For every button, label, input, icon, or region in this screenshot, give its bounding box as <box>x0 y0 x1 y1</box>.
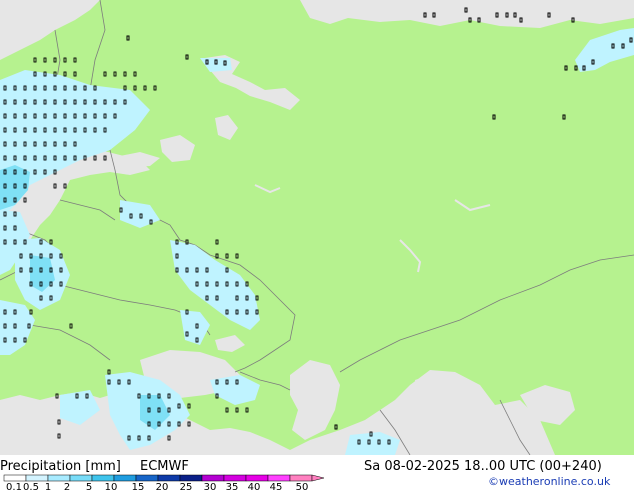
colorbar-segment <box>113 474 137 482</box>
colorbar-tick-label: 10 <box>104 482 118 493</box>
colorbar-segment <box>201 474 225 482</box>
colorbar-segment <box>91 474 115 482</box>
colorbar-tick-label: 25 <box>179 482 193 493</box>
colorbar-segment <box>267 474 291 482</box>
colorbar-tick-label: 15 <box>131 482 145 493</box>
colorbar-segment <box>3 474 27 482</box>
colorbar-tick-label: 45 <box>269 482 283 493</box>
colorbar-segment <box>157 474 181 482</box>
colorbar-tick-label: 20 <box>155 482 169 493</box>
precipitation-map <box>0 0 634 455</box>
colorbar-segment <box>245 474 269 482</box>
colorbar-tick-label: 1 <box>44 482 52 493</box>
colorbar-segment <box>69 474 93 482</box>
colorbar-arrow <box>311 474 325 482</box>
colorbar-segment <box>47 474 71 482</box>
credit-text: ©weatheronline.co.uk <box>488 475 611 488</box>
colorbar-segment <box>25 474 49 482</box>
colorbar-tick-label: 0.5 <box>23 482 39 493</box>
colorbar-tick-label: 40 <box>247 482 261 493</box>
colorbar-segment <box>135 474 159 482</box>
colorbar-tick-label: 30 <box>203 482 217 493</box>
colorbar-tick-label: 35 <box>225 482 239 493</box>
colorbar-tick-label: 5 <box>85 482 93 493</box>
colorbar-tick-label: 0.1 <box>6 482 22 493</box>
map-footer: Precipitation [mm] ECMWF Sa 08-02-2025 1… <box>0 455 634 493</box>
colorbar-segment <box>179 474 203 482</box>
colorbar-segment <box>289 474 313 482</box>
colorbar-tick-label: 50 <box>295 482 309 493</box>
colorbar-tick-label: 2 <box>63 482 71 493</box>
colorbar-segment <box>223 474 247 482</box>
